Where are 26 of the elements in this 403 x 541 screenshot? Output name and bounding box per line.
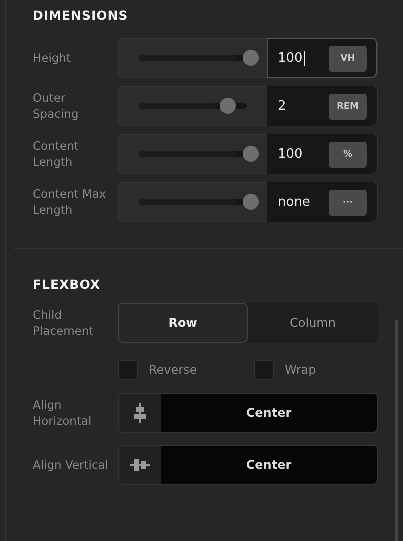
unit-button[interactable]: REM — [329, 94, 367, 120]
slider-thumb[interactable] — [242, 146, 259, 162]
slider-thumb[interactable] — [242, 194, 259, 210]
unit-button[interactable]: VH — [329, 46, 367, 72]
field-label: Height — [33, 50, 72, 66]
align-center-icon — [133, 403, 147, 423]
unit-button[interactable]: ··· — [329, 190, 367, 216]
unit-button[interactable]: % — [329, 142, 367, 168]
slider-thumb[interactable] — [242, 50, 259, 66]
checkbox[interactable] — [118, 360, 138, 380]
checkbox-label: Wrap — [285, 363, 316, 377]
dropdown[interactable]: Center — [161, 394, 377, 432]
dropdown[interactable]: Center — [161, 446, 377, 484]
segment-button[interactable]: Row — [118, 303, 248, 343]
field-label: Align Horizontal — [33, 397, 93, 429]
checkbox-label: Reverse — [149, 363, 198, 377]
section-title: FLEXBOX — [33, 276, 102, 294]
field-label: Outer Spacing — [33, 90, 80, 122]
field-label: Content Max Length — [33, 186, 108, 218]
field-label: Child Placement — [33, 307, 95, 339]
section-title: DIMENSIONS — [33, 7, 130, 25]
slider-thumb[interactable] — [220, 98, 236, 114]
field-label: Content Length — [33, 138, 80, 170]
align-middle-icon — [130, 458, 150, 472]
field-label: Align Vertical — [33, 457, 109, 473]
checkbox[interactable] — [254, 360, 274, 380]
